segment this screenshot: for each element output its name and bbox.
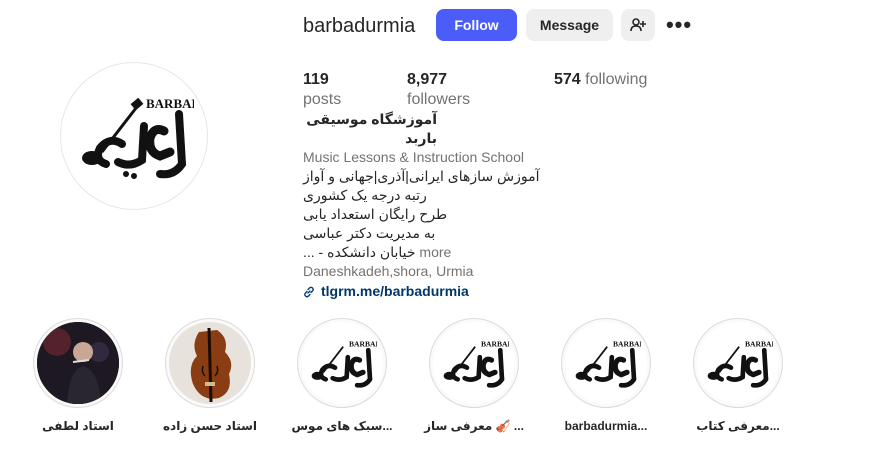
bio-website-link[interactable]: tlgrm.me/barbadurmia bbox=[303, 282, 543, 301]
bio-category: Music Lessons & Instruction School bbox=[303, 149, 524, 165]
highlight-item[interactable]: استاد حسن زاده bbox=[155, 318, 265, 434]
highlight-item[interactable]: BARBAD معرفی کتاب... bbox=[683, 318, 793, 434]
highlight-item[interactable]: استاد لطفی bbox=[23, 318, 133, 434]
bio-line: طرح رایگان استعداد یابی bbox=[303, 206, 448, 222]
follow-button[interactable]: Follow bbox=[436, 9, 517, 41]
following-count: 574 bbox=[554, 71, 581, 88]
following-stat[interactable]: 574 following bbox=[554, 70, 647, 110]
svg-text:BARBAD: BARBAD bbox=[481, 340, 509, 349]
svg-text:BARBAD: BARBAD bbox=[745, 340, 773, 349]
posts-count: 119 bbox=[303, 71, 329, 88]
link-icon bbox=[304, 286, 314, 297]
followers-count: 8,977 bbox=[407, 71, 448, 88]
more-options-button[interactable]: ••• bbox=[664, 9, 694, 41]
highlight-cover-logo: BARBAD bbox=[433, 322, 515, 404]
following-label: following bbox=[585, 71, 648, 88]
more-icon: ••• bbox=[665, 12, 693, 37]
bio-last-line: خیابان دانشکده - ... more bbox=[303, 243, 543, 262]
highlight-ring bbox=[33, 318, 123, 408]
followers-stat[interactable]: 8,977 followers bbox=[407, 70, 514, 110]
highlight-label: سبک های موس... bbox=[291, 419, 393, 433]
highlight-cover-logo: BARBAD bbox=[565, 322, 647, 404]
highlight-cover-performer bbox=[37, 322, 119, 404]
highlight-item[interactable]: BARBAD barbadurmia... bbox=[551, 318, 661, 434]
highlight-label: معرفی کتاب... bbox=[696, 419, 780, 433]
bio-line: رتبه درجه یک کشوری bbox=[303, 187, 427, 203]
highlight-ring: BARBAD bbox=[429, 318, 519, 408]
message-button[interactable]: Message bbox=[526, 9, 613, 41]
highlight-ring: BARBAD bbox=[297, 318, 387, 408]
highlight-ring: BARBAD bbox=[561, 318, 651, 408]
highlight-label: استاد لطفی bbox=[42, 419, 114, 433]
person-plus-icon bbox=[630, 18, 646, 32]
highlight-item[interactable]: BARBAD معرفی ساز 🎻 ... bbox=[419, 318, 529, 434]
followers-label: followers bbox=[407, 91, 471, 108]
bio-link-text: tlgrm.me/barbadurmia bbox=[321, 283, 469, 299]
highlight-item[interactable]: BARBAD سبک های موس... bbox=[287, 318, 397, 434]
highlight-ring: BARBAD bbox=[693, 318, 783, 408]
bio-line: خیابان دانشکده - ... bbox=[303, 244, 416, 260]
highlight-cover-logo: BARBAD bbox=[301, 322, 383, 404]
barbad-logo: BARBAD bbox=[82, 96, 194, 179]
bio-more-link[interactable]: more bbox=[419, 244, 451, 260]
logo-text: BARBAD bbox=[146, 96, 194, 111]
svg-text:BARBAD: BARBAD bbox=[613, 340, 641, 349]
profile-username: barbadurmia bbox=[303, 15, 416, 37]
bio-line: به مدیریت دکتر عباسی bbox=[303, 225, 436, 241]
highlight-cover-violin bbox=[169, 322, 251, 404]
highlight-cover-logo: BARBAD bbox=[697, 322, 779, 404]
posts-stat: 119 posts bbox=[303, 70, 367, 110]
bio-name: آموزشگاه موسیقی باربد bbox=[306, 111, 437, 146]
suggest-accounts-button[interactable] bbox=[621, 9, 655, 41]
posts-label: posts bbox=[303, 91, 342, 108]
bio-location[interactable]: Daneshkadeh,shora, Urmia bbox=[303, 262, 543, 281]
story-highlights: استاد لطفی استاد حسن زاده BARBAD bbox=[0, 318, 893, 448]
profile-avatar[interactable]: BARBAD bbox=[60, 62, 208, 210]
highlight-label: barbadurmia... bbox=[564, 419, 648, 433]
highlight-label: معرفی ساز 🎻 ... bbox=[424, 419, 524, 433]
highlight-label: استاد حسن زاده bbox=[162, 419, 258, 433]
profile-bio: آموزشگاه موسیقی باربد Music Lessons & In… bbox=[303, 110, 543, 301]
profile-stats: 119 posts 8,977 followers 574 following bbox=[303, 70, 687, 110]
highlight-ring bbox=[165, 318, 255, 408]
bio-line: آموزش سازهای ایرانی|آذری|جهانی و آواز bbox=[303, 168, 540, 184]
svg-text:BARBAD: BARBAD bbox=[349, 340, 377, 349]
